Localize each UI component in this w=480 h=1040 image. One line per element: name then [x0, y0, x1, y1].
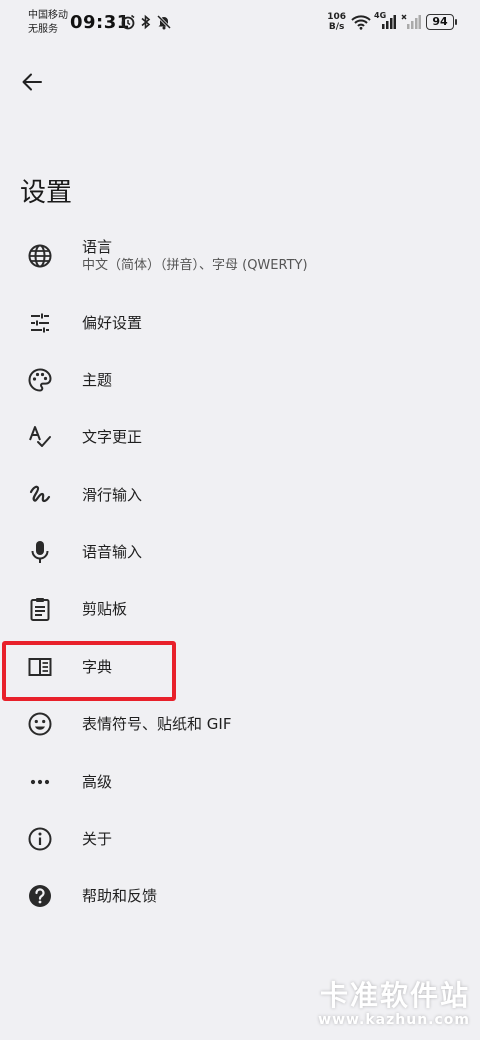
setting-label: 语言: [82, 238, 113, 256]
net-speed-value: 106: [327, 12, 346, 22]
setting-item-voice-input[interactable]: 语音输入: [0, 524, 480, 580]
battery-indicator: 94: [426, 14, 457, 30]
sliders-icon: [26, 309, 54, 337]
setting-item-dictionary[interactable]: 字典: [0, 639, 480, 695]
watermark-title: 卡准软件站: [319, 979, 470, 1012]
net-speed: 106 B/s: [327, 12, 346, 32]
carrier-name: 中国移动: [28, 10, 68, 21]
palette-icon: [26, 366, 54, 394]
status-right-icons: 106 B/s 4G 94: [327, 11, 457, 32]
clipboard-icon: [26, 595, 54, 623]
setting-item-language[interactable]: 语言 中文（简体）（拼音）、字母 (QWERTY): [0, 228, 480, 284]
help-icon: [26, 882, 54, 910]
setting-label: 字典: [82, 658, 113, 676]
cellular-signal-icon: 4G: [374, 11, 396, 30]
back-button[interactable]: [14, 64, 50, 100]
more-dots-icon: [26, 768, 54, 796]
globe-icon: [26, 242, 54, 270]
arrow-left-icon: [21, 71, 43, 93]
watermark-url: www.kazhun.com: [318, 1012, 470, 1028]
mute-bell-icon: [156, 14, 172, 30]
setting-item-text-correction[interactable]: 文字更正: [0, 409, 480, 465]
carrier-status: 无服务: [28, 24, 58, 35]
info-icon: [26, 825, 54, 853]
page-title: 设置: [20, 178, 73, 208]
setting-label: 滑行输入: [82, 486, 143, 504]
setting-item-emoji[interactable]: 表情符号、贴纸和 GIF: [0, 696, 480, 752]
setting-label: 表情符号、贴纸和 GIF: [82, 715, 232, 733]
setting-item-glide-typing[interactable]: 滑行输入: [0, 467, 480, 523]
bluetooth-icon: [140, 14, 152, 30]
setting-label: 文字更正: [82, 428, 143, 446]
setting-item-about[interactable]: 关于: [0, 811, 480, 867]
network-type: 4G: [374, 11, 387, 20]
status-bar: 中国移动 无服务 09:31 106 B/s 4G 94: [0, 0, 480, 46]
setting-label: 偏好设置: [82, 314, 143, 332]
status-left-icons: [120, 14, 172, 30]
setting-label: 主题: [82, 371, 113, 389]
setting-item-theme[interactable]: 主题: [0, 352, 480, 408]
setting-label: 剪贴板: [82, 600, 128, 618]
gesture-icon: [26, 481, 54, 509]
carrier-info: 中国移动 无服务: [28, 9, 68, 37]
net-speed-unit: B/s: [328, 22, 345, 32]
setting-sublabel: 中文（简体）（拼音）、字母 (QWERTY): [82, 258, 308, 273]
setting-item-advanced[interactable]: 高级: [0, 754, 480, 810]
setting-label: 关于: [82, 830, 113, 848]
setting-label: 语音输入: [82, 543, 143, 561]
microphone-icon: [26, 538, 54, 566]
setting-item-help-feedback[interactable]: 帮助和反馈: [0, 868, 480, 924]
dictionary-icon: [26, 653, 54, 681]
alarm-icon: [120, 14, 136, 30]
emoji-icon: [26, 710, 54, 738]
setting-label: 高级: [82, 773, 113, 791]
watermark: 卡准软件站 www.kazhun.com: [318, 979, 470, 1029]
setting-item-clipboard[interactable]: 剪贴板: [0, 581, 480, 637]
spellcheck-icon: [26, 423, 54, 451]
wifi-icon: [351, 14, 371, 30]
no-signal-icon: [401, 14, 421, 30]
setting-label: 帮助和反馈: [82, 887, 158, 905]
setting-item-preferences[interactable]: 偏好设置: [0, 295, 480, 351]
